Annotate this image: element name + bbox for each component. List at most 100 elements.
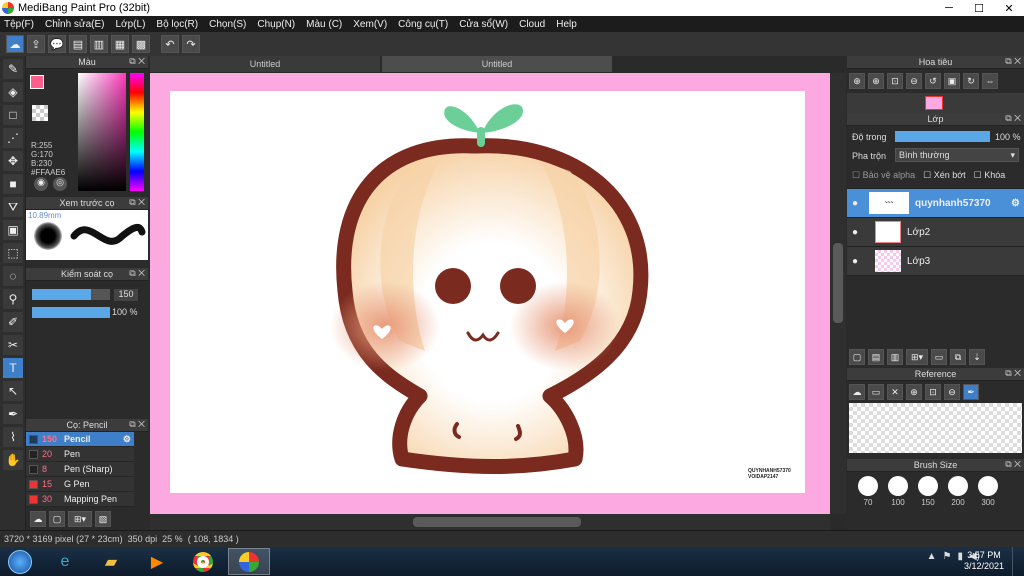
menu-snap[interactable]: Chụp(N) bbox=[257, 19, 295, 30]
select-pen-icon[interactable]: ✐ bbox=[3, 312, 23, 332]
clipping-checkbox[interactable]: ☐ Xén bớt bbox=[923, 170, 966, 181]
eyedropper-icon[interactable]: ✒ bbox=[3, 404, 23, 424]
zoom-out-ref-icon[interactable]: ⊖ bbox=[944, 384, 960, 400]
brush-list-item[interactable]: 15 G Pen bbox=[26, 477, 134, 492]
magic-wand-icon[interactable]: ⚲ bbox=[3, 289, 23, 309]
open-folder-icon[interactable]: ▭ bbox=[868, 384, 884, 400]
brush-opacity-slider[interactable] bbox=[32, 307, 110, 318]
fit-screen-icon[interactable]: ▣ bbox=[944, 73, 960, 89]
gradient-tool-icon[interactable]: ▣ bbox=[3, 220, 23, 240]
brush-list-item[interactable]: 8 Pen (Sharp) bbox=[26, 462, 134, 477]
dot-tool-icon[interactable]: ⋰ bbox=[3, 128, 23, 148]
panel-close-icon[interactable]: ⧉ ✕ bbox=[1005, 56, 1021, 67]
fit-icon[interactable]: ⊡ bbox=[887, 73, 903, 89]
new-brush-icon[interactable]: ▢ bbox=[49, 511, 65, 527]
internet-explorer-icon[interactable]: e bbox=[44, 548, 86, 575]
vertical-scroll-thumb[interactable] bbox=[833, 243, 843, 323]
palette-icon[interactable]: ◉ bbox=[34, 177, 48, 191]
fill-shape-tool-icon[interactable]: ■ bbox=[3, 174, 23, 194]
protect-alpha-checkbox[interactable]: ☐ Bảo vệ alpha bbox=[852, 170, 915, 181]
menu-help[interactable]: Help bbox=[556, 19, 577, 30]
fit-ref-icon[interactable]: ⊡ bbox=[925, 384, 941, 400]
show-desktop-button[interactable] bbox=[1012, 547, 1024, 576]
folder-icon[interactable]: ▭ bbox=[931, 349, 947, 365]
brush-settings-icon[interactable]: ▧ bbox=[95, 511, 111, 527]
eyedropper-ref-icon[interactable]: ✒ bbox=[963, 384, 979, 400]
close-button[interactable]: ✕ bbox=[994, 0, 1024, 16]
settings-gear-icon[interactable]: ⚙ bbox=[1011, 198, 1020, 209]
brush-size-preset[interactable]: 100 bbox=[883, 476, 913, 507]
rotate-right-icon[interactable]: ↻ bbox=[963, 73, 979, 89]
remove-reference-icon[interactable]: ✕ bbox=[887, 384, 903, 400]
layer-item[interactable]: ● ~~~ quynhanh57370 ⚙ bbox=[847, 189, 1024, 218]
hand-tool-icon[interactable]: ✋ bbox=[3, 450, 23, 470]
saturation-value-picker[interactable] bbox=[78, 73, 126, 191]
layer-item[interactable]: ● Lớp2 bbox=[847, 218, 1024, 247]
panel-close-icon[interactable]: ⧉ ✕ bbox=[1005, 113, 1021, 124]
menu-tools[interactable]: Công cụ(T) bbox=[398, 19, 448, 30]
panel-close-icon[interactable]: ⧉ ✕ bbox=[129, 56, 145, 67]
start-button-icon[interactable] bbox=[0, 548, 40, 575]
zoom-out-icon[interactable]: ⊖ bbox=[906, 73, 922, 89]
brush-size-preset[interactable]: 150 bbox=[913, 476, 943, 507]
duplicate-layer-icon[interactable]: ⧉ bbox=[950, 349, 966, 365]
visibility-eye-icon[interactable]: ● bbox=[847, 227, 863, 238]
navigator-preview[interactable] bbox=[847, 93, 1024, 113]
color-set-icon[interactable]: ◎ bbox=[53, 177, 67, 191]
medibang-taskbar-icon[interactable] bbox=[228, 548, 270, 575]
layer-opacity-slider[interactable] bbox=[895, 131, 990, 142]
grid-icon[interactable]: ▩ bbox=[132, 35, 150, 53]
menu-select[interactable]: Chọn(S) bbox=[209, 19, 246, 30]
drawing-canvas[interactable]: QUYNHANH57370 VOIDAP2147 bbox=[170, 91, 805, 493]
tab-untitled-1[interactable]: Untitled bbox=[150, 56, 380, 72]
brush-size-preset[interactable]: 300 bbox=[973, 476, 1003, 507]
menu-layer[interactable]: Lớp(L) bbox=[116, 19, 146, 30]
transparent-swatch[interactable] bbox=[32, 105, 48, 121]
cloud-brush-icon[interactable]: ☁ bbox=[30, 511, 46, 527]
move-tool-icon[interactable]: ✥ bbox=[3, 151, 23, 171]
lock-checkbox[interactable]: ☐ Khóa bbox=[974, 170, 1006, 181]
horizontal-scrollbar[interactable] bbox=[150, 514, 830, 530]
menu-window[interactable]: Cửa sổ(W) bbox=[459, 19, 508, 30]
zoom-in-alt-icon[interactable]: ⊕ bbox=[868, 73, 884, 89]
tray-flag-icon[interactable]: ⚑ bbox=[942, 551, 951, 562]
select-rect-icon[interactable]: ⬚ bbox=[3, 243, 23, 263]
tab-untitled-2[interactable]: Untitled bbox=[382, 56, 612, 72]
brush-size-preset[interactable]: 200 bbox=[943, 476, 973, 507]
rectangle-tool-icon[interactable]: □ bbox=[3, 105, 23, 125]
settings-gear-icon[interactable]: ⚙ bbox=[123, 434, 131, 445]
new-halftone-layer-icon[interactable]: ▥ bbox=[887, 349, 903, 365]
chrome-icon[interactable] bbox=[182, 548, 224, 575]
visibility-eye-icon[interactable]: ● bbox=[847, 256, 863, 267]
operation-tool-icon[interactable]: ↖ bbox=[3, 381, 23, 401]
menu-edit[interactable]: Chỉnh sửa(E) bbox=[45, 19, 105, 30]
panel-close-icon[interactable]: ⧉ ✕ bbox=[1005, 459, 1021, 470]
lasso-icon[interactable]: ◌ bbox=[3, 266, 23, 286]
redo-icon[interactable]: ↷ bbox=[182, 35, 200, 53]
brush-size-value[interactable]: 150 bbox=[114, 289, 138, 301]
new-layer-icon[interactable]: ▢ bbox=[849, 349, 865, 365]
comment-icon[interactable]: 💬 bbox=[48, 35, 66, 53]
document-icon[interactable]: ▤ bbox=[69, 35, 87, 53]
visibility-eye-icon[interactable]: ● bbox=[847, 198, 863, 209]
merge-layer-icon[interactable]: ⇣ bbox=[969, 349, 985, 365]
horizontal-scroll-thumb[interactable] bbox=[413, 517, 581, 527]
zoom-in-ref-icon[interactable]: ⊕ bbox=[906, 384, 922, 400]
tray-network-icon[interactable]: ▮ bbox=[957, 551, 963, 562]
foreground-color-swatch[interactable] bbox=[30, 75, 44, 89]
menu-color[interactable]: Màu (C) bbox=[306, 19, 342, 30]
menu-file[interactable]: Tệp(F) bbox=[4, 19, 34, 30]
panel-close-icon[interactable]: ⧉ ✕ bbox=[1005, 368, 1021, 379]
vertical-scrollbar[interactable] bbox=[830, 73, 846, 514]
layer-item[interactable]: ● Lớp3 bbox=[847, 247, 1024, 276]
text-tool-icon[interactable]: T bbox=[3, 358, 23, 378]
blend-mode-select[interactable]: Bình thường ▾ bbox=[895, 148, 1019, 162]
panel-close-icon[interactable]: ⧉ ✕ bbox=[129, 268, 145, 279]
menu-view[interactable]: Xem(V) bbox=[353, 19, 387, 30]
pages-icon[interactable]: ▦ bbox=[111, 35, 129, 53]
zoom-in-icon[interactable]: ⊕ bbox=[849, 73, 865, 89]
clock[interactable]: 3:57 PM 3/12/2021 bbox=[964, 550, 1004, 572]
file-explorer-icon[interactable]: ▰ bbox=[90, 548, 132, 575]
maximize-button[interactable]: ☐ bbox=[964, 0, 994, 16]
brush-size-preset[interactable]: 70 bbox=[853, 476, 883, 507]
